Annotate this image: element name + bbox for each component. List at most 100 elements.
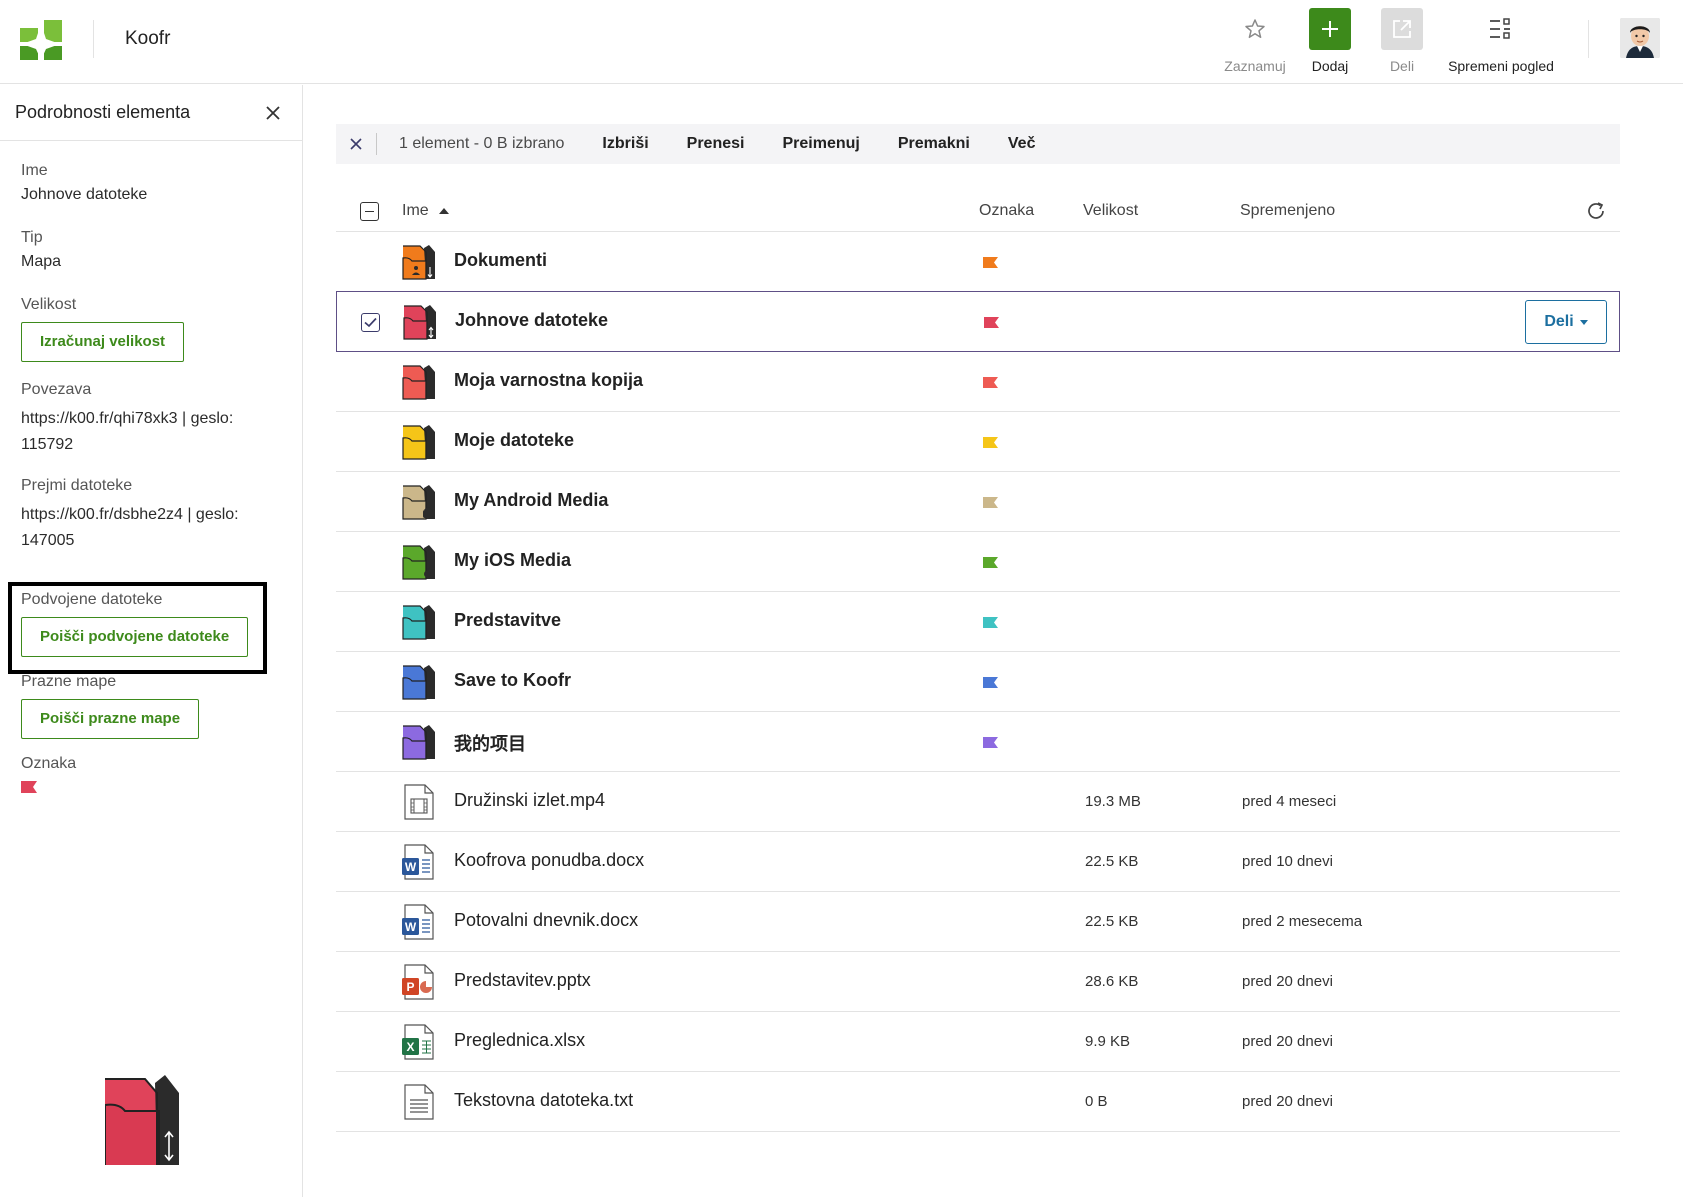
folder-preview-icon [105, 1075, 179, 1165]
add-button-label: Dodaj [1311, 58, 1349, 74]
app-title: Koofr [125, 28, 171, 49]
tag-flag-icon [983, 437, 998, 448]
user-avatar[interactable] [1620, 18, 1660, 58]
file-name[interactable]: Preglednica.xlsx [454, 1030, 585, 1051]
change-view-button[interactable]: Spremeni pogled [1440, 8, 1562, 74]
file-modified: pred 2 mesecema [1242, 913, 1363, 930]
delete-button[interactable]: Izbriši [602, 135, 648, 153]
star-button[interactable]: Zaznamuj [1222, 8, 1288, 74]
word-file-icon: W [402, 904, 436, 940]
file-name[interactable]: Johnove datoteke [455, 310, 608, 331]
type-field: Tip Mapa [21, 229, 61, 275]
file-name[interactable]: My iOS Media [454, 550, 571, 571]
tag-flag-icon[interactable] [21, 781, 37, 793]
file-name[interactable]: 我的项目 [454, 730, 526, 756]
file-name[interactable]: My Android Media [454, 490, 608, 511]
file-name[interactable]: Dokumenti [454, 250, 547, 271]
file-row[interactable]: W Potovalni dnevnik.docx 22.5 KB pred 2 mes… [336, 892, 1620, 952]
file-size: 22.5 KB [1085, 913, 1139, 930]
top-header: Koofr Zaznamuj Dodaj Deli Spremeni pogle… [0, 0, 1683, 84]
link-value[interactable]: https://k00.fr/qhi78xk3 | geslo: 115792 [21, 406, 233, 458]
change-view-label: Spremeni pogled [1448, 58, 1554, 74]
file-modified: pred 10 dnevi [1242, 853, 1333, 870]
file-size: 19.3 MB [1085, 793, 1141, 810]
row-share-button[interactable]: Deli [1525, 300, 1607, 344]
file-row[interactable]: P Predstavitev.pptx 28.6 KB pred 20 dnevi [336, 952, 1620, 1012]
close-icon[interactable] [262, 102, 284, 124]
file-row[interactable]: Družinski izlet.mp4 19.3 MB pred 4 meseci [336, 772, 1620, 832]
file-size: 28.6 KB [1085, 973, 1139, 990]
size-field: Velikost Izračunaj velikost [21, 296, 185, 362]
duplicates-label: Podvojene datoteke [21, 591, 163, 608]
file-name[interactable]: Koofrova ponudba.docx [454, 850, 644, 871]
move-button[interactable]: Premakni [898, 135, 970, 153]
folder-icon [402, 724, 436, 760]
folder-row[interactable]: 我的项目 [336, 712, 1620, 772]
folder-row[interactable]: Dokumenti [336, 232, 1620, 292]
empty-folders-field: Prazne mape Poišči prazne mape [21, 673, 200, 739]
refresh-icon[interactable] [1585, 200, 1607, 222]
find-duplicates-button[interactable]: Poišči podvojene datoteke [21, 617, 249, 657]
column-name[interactable]: Ime [402, 202, 450, 220]
folder-row[interactable]: Johnove datoteke Deli [336, 291, 1620, 352]
column-size[interactable]: Velikost [1083, 202, 1138, 220]
file-row[interactable]: Tekstovna datoteka.txt 0 B pred 20 dnevi [336, 1072, 1620, 1132]
folder-row[interactable]: Save to Koofr [336, 652, 1620, 712]
calculate-size-button[interactable]: Izračunaj velikost [21, 322, 185, 362]
folder-row[interactable]: Moja varnostna kopija [336, 352, 1620, 412]
tag-flag-icon [984, 317, 999, 328]
file-row[interactable]: X Preglednica.xlsx 9.9 KB pred 20 dnevi [336, 1012, 1620, 1072]
column-name-label: Ime [402, 202, 429, 219]
file-name[interactable]: Moje datoteke [454, 430, 574, 451]
file-name[interactable]: Save to Koofr [454, 670, 571, 691]
share-button-label: Deli [1389, 58, 1415, 74]
text-file-icon [402, 1084, 436, 1120]
empty-folders-label: Prazne mape [21, 673, 117, 690]
type-label: Tip [21, 229, 43, 246]
clear-selection-button[interactable] [336, 124, 376, 164]
file-name[interactable]: Predstavitev.pptx [454, 970, 591, 991]
folder-icon [402, 484, 436, 520]
folder-row[interactable]: Moje datoteke [336, 412, 1620, 472]
file-name[interactable]: Družinski izlet.mp4 [454, 790, 605, 811]
file-name[interactable]: Predstavitve [454, 610, 561, 631]
duplicates-field: Podvojene datoteke Poišči podvojene dato… [21, 591, 249, 657]
file-name[interactable]: Potovalni dnevnik.docx [454, 910, 638, 931]
link-url[interactable]: https://k00.fr/qhi78xk3 | geslo: [21, 406, 233, 432]
svg-text:X: X [406, 1040, 414, 1054]
folder-icon [402, 244, 436, 280]
find-empty-folders-button[interactable]: Poišči prazne mape [21, 699, 200, 739]
file-size: 22.5 KB [1085, 853, 1139, 870]
file-size: 0 B [1085, 1093, 1108, 1110]
tag-flag-icon [983, 257, 998, 268]
file-modified: pred 20 dnevi [1242, 973, 1333, 990]
receive-url[interactable]: https://k00.fr/dsbhe2z4 | geslo: [21, 502, 239, 528]
file-name[interactable]: Tekstovna datoteka.txt [454, 1090, 633, 1111]
receive-field: Prejmi datoteke https://k00.fr/dsbhe2z4 … [21, 477, 239, 554]
more-button[interactable]: Več [1008, 135, 1036, 153]
add-button[interactable]: Dodaj [1308, 8, 1352, 74]
download-button[interactable]: Prenesi [687, 135, 745, 153]
folder-icon [402, 364, 436, 400]
share-button[interactable]: Deli [1380, 8, 1424, 74]
folder-icon [402, 424, 436, 460]
file-row[interactable]: W Koofrova ponudba.docx 22.5 KB pred 10 dne… [336, 832, 1620, 892]
receive-value[interactable]: https://k00.fr/dsbhe2z4 | geslo: 147005 [21, 502, 239, 554]
select-all-checkbox[interactable] [360, 202, 379, 221]
koofr-logo-icon[interactable] [20, 20, 62, 60]
folder-row[interactable]: My iOS Media [336, 532, 1620, 592]
row-checkbox[interactable] [361, 313, 380, 332]
folder-row[interactable]: Predstavitve [336, 592, 1620, 652]
name-field: Ime Johnove datoteke [21, 162, 147, 208]
column-modified[interactable]: Spremenjeno [1240, 202, 1335, 220]
star-button-label: Zaznamuj [1224, 58, 1286, 74]
file-name[interactable]: Moja varnostna kopija [454, 370, 643, 391]
file-modified: pred 20 dnevi [1242, 1093, 1333, 1110]
size-label: Velikost [21, 296, 77, 313]
folder-row[interactable]: My Android Media [336, 472, 1620, 532]
file-modified: pred 4 meseci [1242, 793, 1337, 810]
column-tag[interactable]: Oznaka [979, 202, 1034, 220]
tag-label: Oznaka [21, 755, 77, 772]
rename-button[interactable]: Preimenuj [782, 135, 859, 153]
details-sidebar: Podrobnosti elementa Ime Johnove datotek… [0, 85, 303, 1197]
